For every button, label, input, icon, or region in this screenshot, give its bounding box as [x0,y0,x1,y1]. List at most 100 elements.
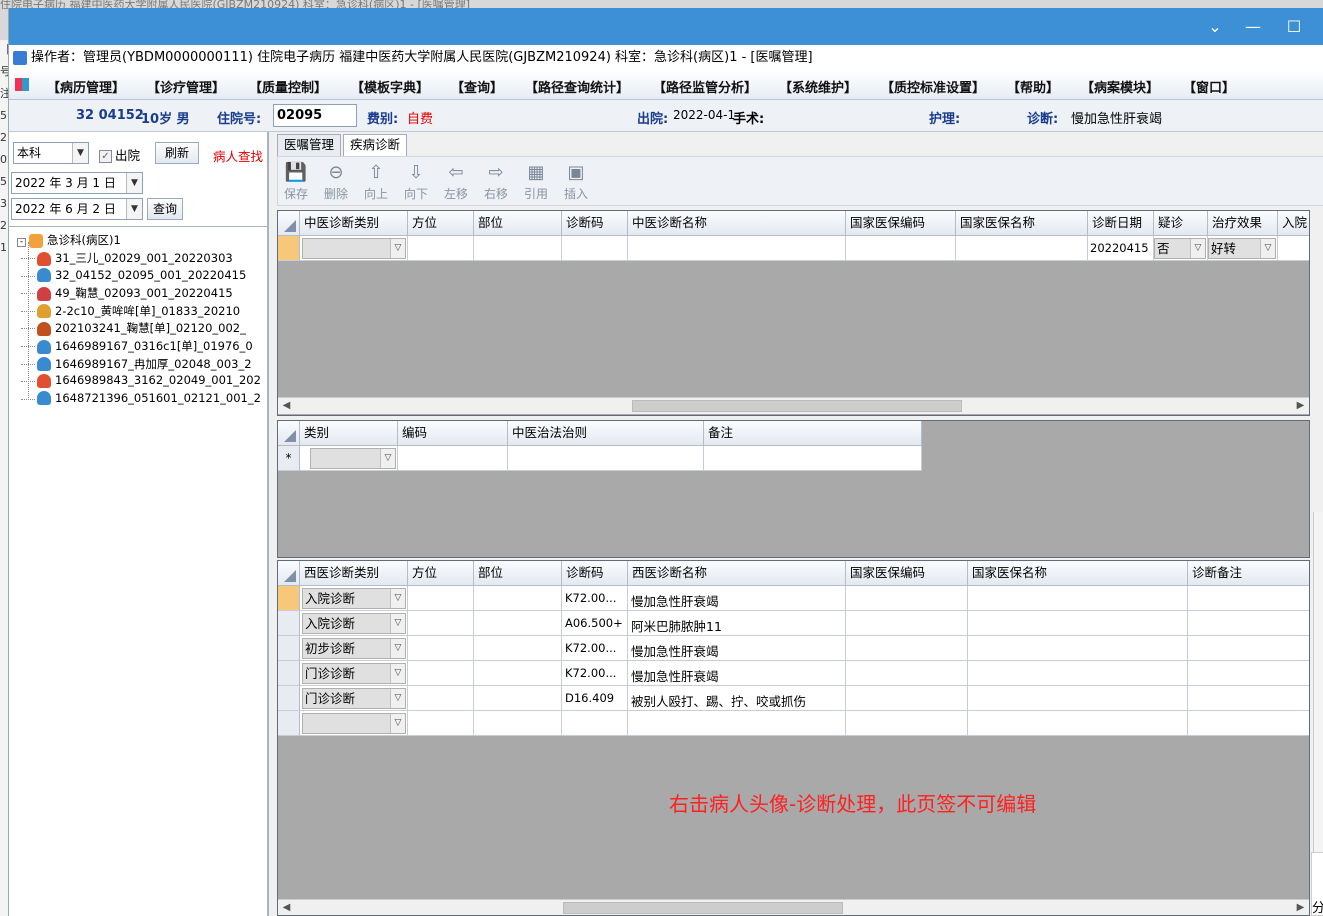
menu-item-9[interactable]: 【帮助】 [1007,77,1059,96]
wm-cell[interactable] [474,661,562,686]
method-cell[interactable] [704,446,922,471]
wm-cell[interactable] [846,686,968,711]
tcm-header[interactable]: 国家医保名称 [956,211,1088,236]
tab-diagnosis[interactable]: 疾病诊断 [343,134,408,156]
horizontal-scrollbar[interactable]: ◀ ▶ [278,397,1309,414]
wm-cell[interactable] [1188,611,1309,636]
maximize-icon[interactable]: ☐ [1275,8,1313,45]
horizontal-scrollbar[interactable]: ◀ ▶ [278,899,1309,915]
tcm-suspect-combo[interactable]: 否 ▽ [1154,238,1206,259]
wm-header[interactable]: 部位 [474,561,562,586]
row-header[interactable] [278,636,300,661]
menu-item-10[interactable]: 【病案模块】 [1081,77,1159,96]
delete-button[interactable]: ⊖ 删除 [318,161,354,202]
tcm-header[interactable]: 诊断日期 [1088,211,1154,236]
up-button[interactable]: ⇧ 向上 [358,161,394,202]
tcm-cell[interactable] [1278,236,1309,261]
cite-button[interactable]: ▦ 引用 [518,161,554,202]
wm-name-cell[interactable]: 慢加急性肝衰竭 [631,666,719,685]
method-header[interactable]: 编码 [398,421,508,446]
wm-header[interactable]: 方位 [408,561,474,586]
tcm-cell[interactable] [408,236,474,261]
menu-item-4[interactable]: 【查询】 [451,77,503,96]
wm-cell[interactable] [968,711,1188,736]
wm-cell[interactable] [408,686,474,711]
minimize-icon[interactable]: — [1234,8,1272,45]
wm-header[interactable]: 国家医保名称 [968,561,1188,586]
scroll-thumb[interactable] [563,902,843,914]
scroll-right-icon[interactable]: ▶ [1292,900,1309,915]
tcm-cell[interactable] [628,236,846,261]
tcm-cell[interactable] [474,236,562,261]
query-button[interactable]: 查询 [147,198,183,220]
wm-cell[interactable] [628,711,846,736]
menu-item-6[interactable]: 【路径监管分析】 [653,77,757,96]
patient-node[interactable]: 1646989167_0316c1[单]_01976_0 [21,338,253,354]
collapse-icon[interactable]: - [17,238,26,247]
wm-cell[interactable] [408,711,474,736]
tcm-cell[interactable] [846,236,956,261]
wm-name-cell[interactable]: 慢加急性肝衰竭 [631,641,719,660]
row-header[interactable] [278,661,300,686]
tcm-header[interactable]: 方位 [408,211,474,236]
wm-cell[interactable] [474,586,562,611]
wm-cell[interactable] [846,636,968,661]
discharged-checkbox[interactable]: ✓ 出院 [99,145,140,164]
scroll-right-icon[interactable]: ▶ [1292,398,1309,414]
tcm-header[interactable]: 中医诊断名称 [628,211,846,236]
tcm-header[interactable]: 国家医保编码 [846,211,956,236]
wm-type-combo[interactable]: ▽ [302,713,406,734]
wm-cell[interactable] [968,686,1188,711]
method-type-combo[interactable]: ▽ [310,448,396,469]
menu-item-11[interactable]: 【窗口】 [1183,77,1235,96]
wm-cell[interactable] [474,686,562,711]
scroll-left-icon[interactable]: ◀ [278,398,295,414]
patient-avatar-icon[interactable] [37,268,51,283]
wm-cell[interactable] [968,611,1188,636]
wm-cell[interactable] [968,636,1188,661]
wm-cell[interactable] [968,586,1188,611]
wm-header[interactable]: 诊断备注 [1188,561,1309,586]
tcm-header[interactable]: 中医诊断类别 [300,211,408,236]
row-header[interactable] [278,236,300,261]
wm-cell[interactable] [562,711,628,736]
new-row-marker[interactable]: * [278,446,300,471]
wm-type-combo[interactable]: 门诊诊断 ▽ [302,663,406,684]
wm-cell[interactable] [846,586,968,611]
tcm-date-cell[interactable]: 20220415 [1090,241,1149,255]
scroll-thumb[interactable] [632,400,962,412]
method-header[interactable]: 类别 [300,421,398,446]
row-header[interactable] [278,686,300,711]
patient-node[interactable]: 1648721396_051601_02121_001_2 [21,391,261,406]
patient-node[interactable]: 1646989167_冉加厚_02048_003_2 [21,356,252,372]
save-button[interactable]: 💾 保存 [278,161,314,202]
menu-item-7[interactable]: 【系统维护】 [779,77,857,96]
patient-node[interactable]: 1646989843_3162_02049_001_202 [21,373,261,388]
wm-header[interactable]: 西医诊断名称 [628,561,846,586]
wm-cell[interactable] [1188,661,1309,686]
wm-type-combo[interactable]: 入院诊断 ▽ [302,588,406,609]
wm-cell[interactable] [846,661,968,686]
patient-avatar-icon[interactable] [37,373,51,388]
menu-item-5[interactable]: 【路径查询统计】 [525,77,629,96]
patient-avatar-icon[interactable] [37,357,51,372]
wm-code-cell[interactable]: K72.00... [565,591,616,605]
menu-item-3[interactable]: 【模板字典】 [351,77,429,96]
wm-cell[interactable] [1188,586,1309,611]
wm-name-cell[interactable]: 阿米巴肺脓肿11 [631,616,722,635]
date-to-picker[interactable]: 2022 年 6 月 2 日 ▼ [11,198,143,220]
row-header[interactable] [278,586,300,611]
tcm-cell[interactable] [956,236,1088,261]
wm-name-cell[interactable]: 慢加急性肝衰竭 [631,591,719,610]
tcm-header[interactable]: 诊断码 [562,211,628,236]
method-cell[interactable] [398,446,508,471]
patient-avatar-icon[interactable] [37,251,51,266]
wm-header[interactable]: 西医诊断类别 [300,561,408,586]
wm-code-cell[interactable]: K72.00... [565,641,616,655]
left-button[interactable]: ⇦ 左移 [438,161,474,202]
tcm-header[interactable]: 治疗效果 [1208,211,1278,236]
wm-cell[interactable] [1188,711,1309,736]
patient-avatar-icon[interactable] [37,321,51,336]
dept-select[interactable]: 本科 ▼ [13,142,89,164]
tcm-header[interactable]: 疑诊 [1154,211,1208,236]
